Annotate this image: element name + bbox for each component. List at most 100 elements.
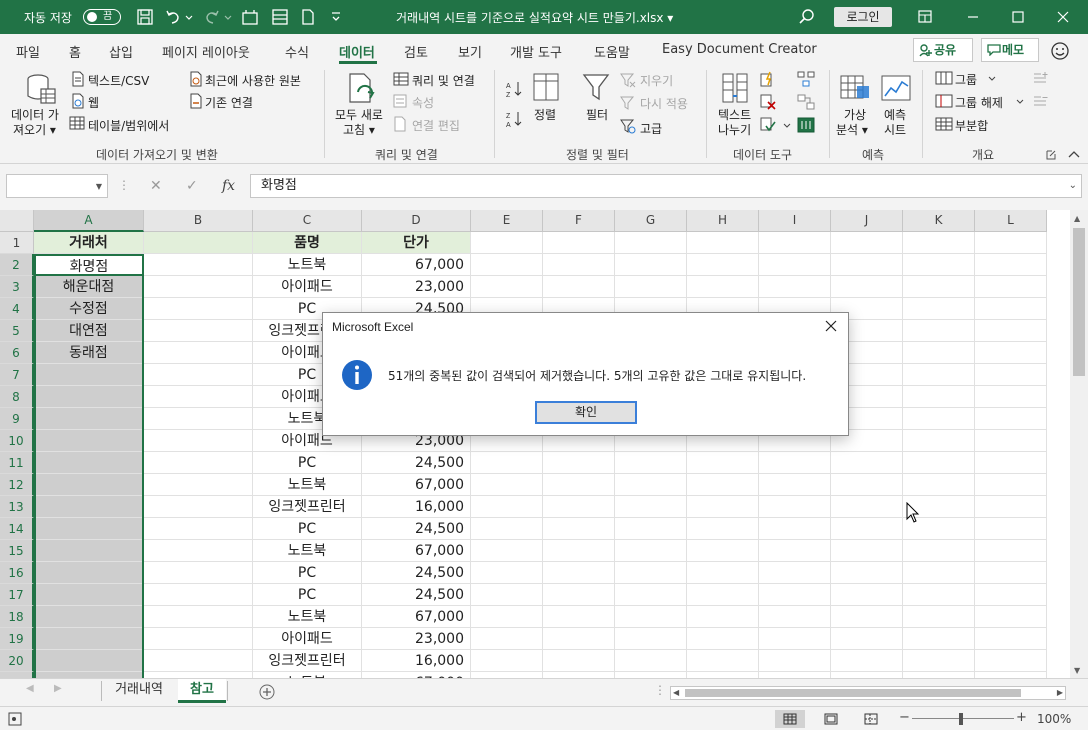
redo-icon[interactable] [203, 8, 221, 26]
tab-file[interactable]: 파일 [16, 42, 40, 61]
cell-k3[interactable] [903, 276, 975, 298]
cell-c11[interactable]: PC [253, 452, 362, 474]
ok-button[interactable]: 확인 [535, 401, 637, 424]
cell-b6[interactable] [144, 342, 253, 364]
column-header-h[interactable]: H [687, 210, 759, 232]
cell-j16[interactable] [831, 562, 903, 584]
row-header-10[interactable]: 10 [0, 430, 34, 452]
remove-duplicates-icon[interactable] [760, 94, 776, 110]
row-header-6[interactable]: 6 [0, 342, 34, 364]
cell-a7[interactable] [34, 364, 144, 386]
cell-e15[interactable] [471, 540, 543, 562]
cell-g14[interactable] [615, 518, 687, 540]
cell-k6[interactable] [903, 342, 975, 364]
cell-b8[interactable] [144, 386, 253, 408]
column-header-k[interactable]: K [903, 210, 975, 232]
formula-bar-resize-handle[interactable]: ⋮ [118, 178, 130, 192]
text-csv-button[interactable]: 텍스트/CSV [88, 72, 149, 89]
cell-k20[interactable] [903, 650, 975, 672]
cell-b13[interactable] [144, 496, 253, 518]
table-range-button[interactable]: 테이블/범위에서 [88, 117, 169, 134]
cell-b7[interactable] [144, 364, 253, 386]
refresh-all-icon[interactable] [346, 72, 378, 106]
cell-c20[interactable]: 잉크젯프린터 [253, 650, 362, 672]
cell-l17[interactable] [975, 584, 1047, 606]
cell-i11[interactable] [759, 452, 831, 474]
formula-input[interactable]: 화명점 ⌄ [250, 174, 1082, 198]
cell-k19[interactable] [903, 628, 975, 650]
cell-f2[interactable] [543, 254, 615, 276]
row-header-11[interactable]: 11 [0, 452, 34, 474]
cell-e14[interactable] [471, 518, 543, 540]
prev-sheet-icon[interactable]: ◀ [26, 683, 34, 694]
existing-connections-button[interactable]: 기존 연결 [205, 94, 253, 111]
row-header-17[interactable]: 17 [0, 584, 34, 606]
cell-k12[interactable] [903, 474, 975, 496]
autosave-toggle[interactable]: 끔 [83, 9, 121, 25]
cell-h15[interactable] [687, 540, 759, 562]
column-header-g[interactable]: G [615, 210, 687, 232]
undo-dropdown-icon[interactable] [185, 8, 193, 26]
group-button[interactable]: 그룹 [955, 71, 977, 88]
save-icon[interactable] [136, 8, 154, 26]
cell-k4[interactable] [903, 298, 975, 320]
cell-j15[interactable] [831, 540, 903, 562]
worksheet-grid[interactable]: A B C D E F G H I J K L 1 거래처 품명 단가 2 화명점 노트북 67,000 3 해운대점 아이… [0, 210, 1070, 678]
cell-g17[interactable] [615, 584, 687, 606]
row-header-2[interactable]: 2 [0, 254, 34, 276]
queries-connections-button[interactable]: 쿼리 및 연결 [412, 72, 475, 89]
cell-a1[interactable]: 거래처 [34, 232, 144, 254]
cell-e11[interactable] [471, 452, 543, 474]
text-to-columns-icon[interactable] [721, 72, 751, 104]
cell-b18[interactable] [144, 606, 253, 628]
cell-d14[interactable]: 24,500 [362, 518, 471, 540]
cell-h13[interactable] [687, 496, 759, 518]
column-header-f[interactable]: F [543, 210, 615, 232]
cell-a3[interactable]: 해운대점 [34, 276, 144, 298]
cell-i18[interactable] [759, 606, 831, 628]
maximize-icon[interactable] [1007, 6, 1029, 28]
normal-view-button[interactable] [775, 710, 805, 728]
cell-c19[interactable]: 아이패드 [253, 628, 362, 650]
minimize-icon[interactable] [962, 6, 984, 28]
cell-h17[interactable] [687, 584, 759, 606]
cell-j18[interactable] [831, 606, 903, 628]
scroll-right-icon[interactable]: ▶ [1057, 688, 1063, 697]
cell-l14[interactable] [975, 518, 1047, 540]
chevron-down-icon[interactable] [783, 122, 791, 130]
data-validation-icon[interactable] [760, 117, 776, 133]
cell-l15[interactable] [975, 540, 1047, 562]
cell-g13[interactable] [615, 496, 687, 518]
cell-l4[interactable] [975, 298, 1047, 320]
cell-f13[interactable] [543, 496, 615, 518]
cell-a18[interactable] [34, 606, 144, 628]
cell-j20[interactable] [831, 650, 903, 672]
row-header-1[interactable]: 1 [0, 232, 34, 254]
refresh-all-line2[interactable]: 고침 ▾ [343, 121, 375, 138]
cell-c14[interactable]: PC [253, 518, 362, 540]
cell-l7[interactable] [975, 364, 1047, 386]
row-header-7[interactable]: 7 [0, 364, 34, 386]
cell-a19[interactable] [34, 628, 144, 650]
cell-d13[interactable]: 16,000 [362, 496, 471, 518]
cell-b16[interactable] [144, 562, 253, 584]
insert-function-button[interactable]: fx [222, 178, 235, 194]
cell-a11[interactable] [34, 452, 144, 474]
cell-d1[interactable]: 단가 [362, 232, 471, 254]
login-button[interactable]: 로그인 [834, 7, 892, 27]
row-header-9[interactable]: 9 [0, 408, 34, 430]
share-button[interactable]: 공유 [913, 38, 973, 62]
edit-links-button[interactable]: 연결 편집 [412, 117, 460, 134]
cell-g12[interactable] [615, 474, 687, 496]
cell-j12[interactable] [831, 474, 903, 496]
get-data-icon[interactable] [24, 72, 58, 106]
cell-j2[interactable] [831, 254, 903, 276]
scroll-left-icon[interactable]: ◀ [673, 688, 679, 697]
expand-formula-bar-icon[interactable]: ⌄ [1069, 175, 1077, 197]
cell-e19[interactable] [471, 628, 543, 650]
sort-icon[interactable] [532, 72, 560, 102]
cell-i15[interactable] [759, 540, 831, 562]
column-header-b[interactable]: B [144, 210, 253, 232]
cell-h20[interactable] [687, 650, 759, 672]
cell-d17[interactable]: 24,500 [362, 584, 471, 606]
